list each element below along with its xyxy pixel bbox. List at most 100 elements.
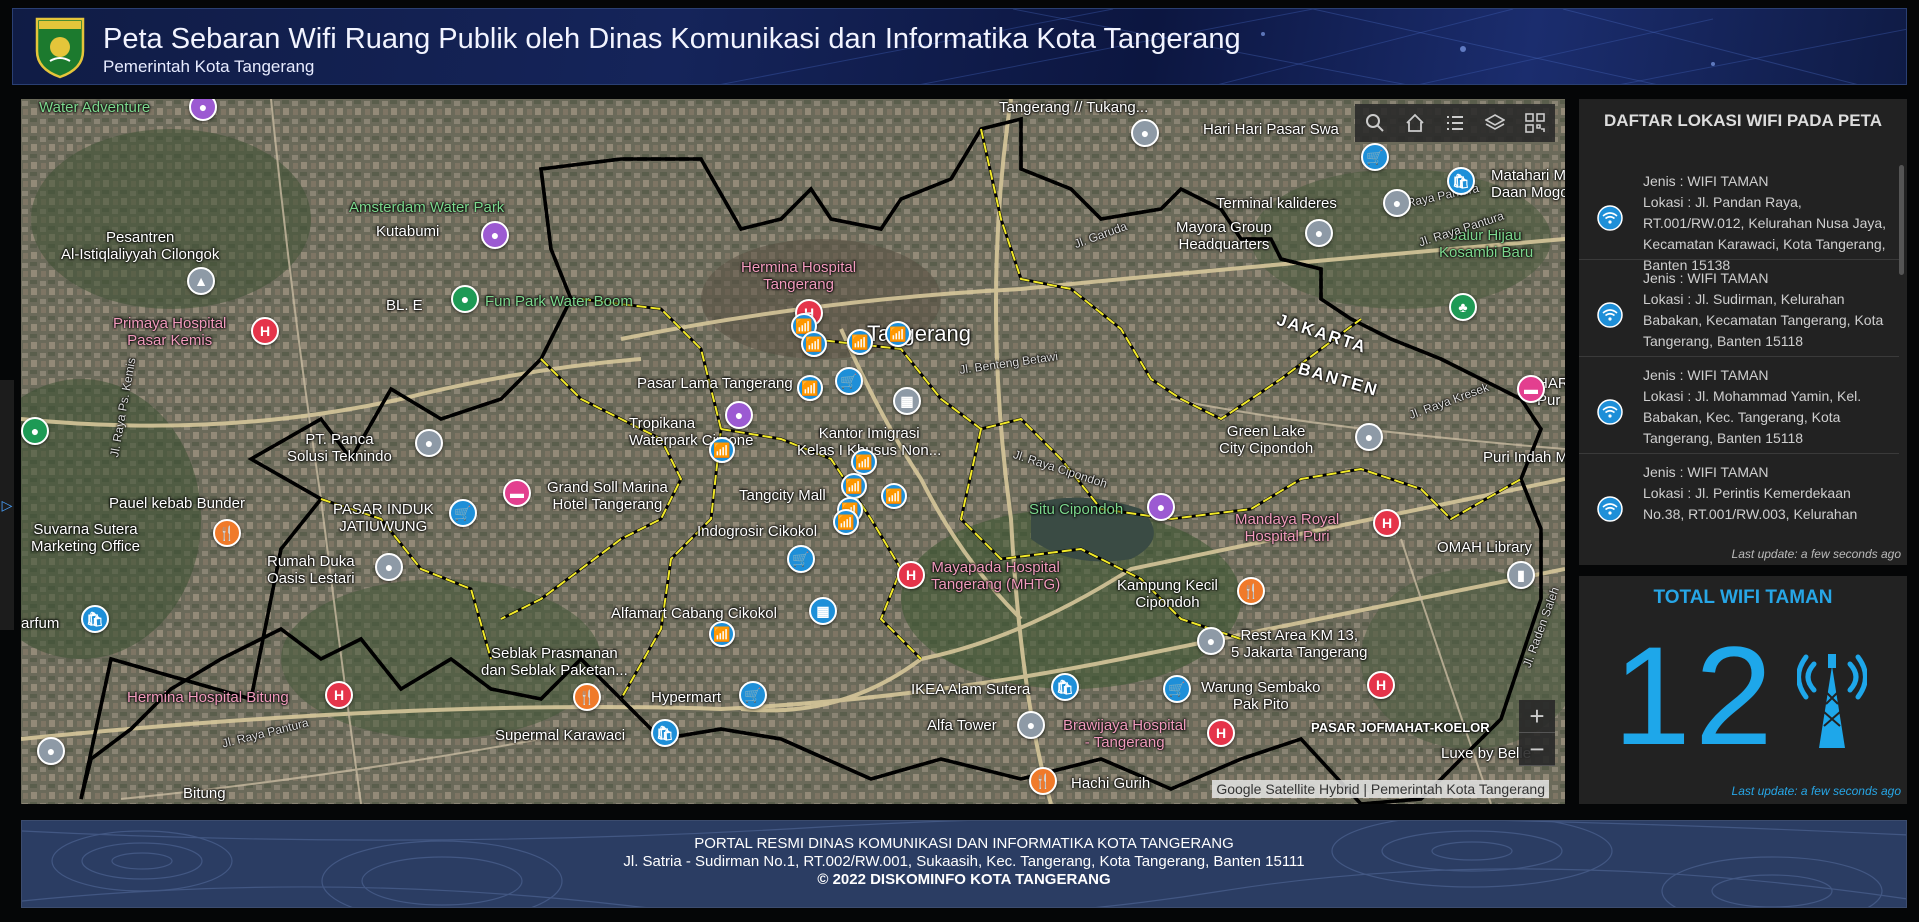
shopping-marker[interactable]: 🛒 [1361,143,1389,171]
poi-marker[interactable]: ● [481,221,509,249]
list-item[interactable]: Jenis : WIFI TAMAN Lokasi : Jl. Perintis … [1579,454,1899,541]
wifi-marker[interactable]: 📶 [801,331,827,357]
wifi-marker[interactable]: 📶 [709,437,735,463]
shopping-marker[interactable]: 🛒 [787,545,815,573]
poi-marker[interactable]: ● [1131,119,1159,147]
wifi-list-title: DAFTAR LOKASI WIFI PADA PETA [1604,111,1882,130]
restaurant-marker[interactable]: 🍴 [1237,577,1265,605]
poi-marker[interactable]: ● [1383,189,1411,217]
restaurant-marker[interactable]: 🍴 [1029,767,1057,795]
poi-marker[interactable]: ● [725,401,753,429]
wifi-marker[interactable]: 📶 [833,509,859,535]
poi-marker[interactable]: ● [1197,627,1225,655]
list-item[interactable]: Jenis : WIFI TAMAN Lokasi : Jl. Sudirman,… [1579,260,1899,357]
map-label: Mayora Group Headquarters [1176,219,1272,253]
poi-marker[interactable]: ● [375,553,403,581]
poi-marker[interactable]: ▲ [187,267,215,295]
hotel-marker[interactable]: ▬ [1517,375,1545,403]
hospital-marker[interactable]: H [251,317,279,345]
map-label: Indogrosir Cikokol [697,523,818,540]
poi-marker[interactable]: ● [1147,493,1175,521]
wifi-marker[interactable]: 📶 [841,473,867,499]
wifi-location: Lokasi : Jl. Perintis Kemerdekaan No.38,… [1643,485,1858,522]
wifi-icon [1597,302,1623,328]
wifi-marker[interactable]: 📶 [797,375,823,401]
poi-marker[interactable]: ● [415,429,443,457]
wifi-tower-icon [1797,654,1867,748]
side-panel-toggle[interactable]: ▷ [0,380,14,630]
hotel-marker[interactable]: ▬ [503,479,531,507]
shopping-marker[interactable]: 🛍 [651,719,679,747]
map-label: Supermal Karawaci [495,727,626,744]
zoom-out-button[interactable]: − [1519,733,1555,766]
hospital-marker[interactable]: H [1207,719,1235,747]
total-value: 12 [1613,617,1777,774]
chevron-right-icon: ▷ [1,496,13,513]
library-marker[interactable]: ▮ [1507,561,1535,589]
search-icon[interactable] [1362,110,1388,136]
map-label: Hachi Gurih [1071,775,1151,792]
map-label: Pauel kebab Bunder [109,495,245,512]
footer-org: PORTAL RESMI DINAS KOMUNIKASI DAN INFORM… [694,835,1234,852]
map-label: OMAH Library [1437,539,1533,556]
map-label: Puri Indah Mall [1483,449,1565,466]
zoom-control: + − [1519,700,1555,766]
map-label: Terminal kalideres [1216,195,1337,212]
shopping-marker[interactable]: 🛒 [1163,675,1191,703]
wifi-icon [1597,205,1623,231]
restaurant-marker[interactable]: 🍴 [213,519,241,547]
park-marker[interactable]: ● [451,285,479,313]
shopping-marker[interactable]: 🛍 [81,605,109,633]
shopping-marker[interactable]: 🛍 [1447,167,1475,195]
list-scrollbar[interactable] [1899,165,1904,275]
shopping-marker[interactable]: 🛒 [739,681,767,709]
wifi-marker[interactable]: 📶 [847,329,873,355]
restaurant-marker[interactable]: 🍴 [573,683,601,711]
layers-icon[interactable] [1482,110,1508,136]
wifi-list-panel: DAFTAR LOKASI WIFI PADA PETA Jenis : WIF… [1579,99,1907,565]
home-icon[interactable] [1402,110,1428,136]
list-item[interactable]: Jenis : WIFI TAMAN Lokasi : Jl. Pandan Ra… [1579,163,1899,273]
poi-marker[interactable]: ▦ [893,387,921,415]
map-label: Amsterdam Water Park [349,199,505,216]
map-label: Primaya Hospital Pasar Kemis [113,315,227,349]
zoom-in-button[interactable]: + [1519,700,1555,733]
last-update-text: Last update: a few seconds ago [1731,547,1901,561]
park-marker[interactable]: ♣ [1449,293,1477,321]
map-label: Rumah Duka Oasis Lestari [267,553,355,587]
list-item[interactable]: Jenis : WIFI TAMAN Lokasi : Jl. Mohammad … [1579,357,1899,454]
poi-marker[interactable]: ● [1017,711,1045,739]
poi-marker[interactable]: ● [1355,423,1383,451]
list-icon[interactable] [1442,110,1468,136]
map-label: Grand Soll Marina Hotel Tangerang [547,479,668,513]
qr-code-icon[interactable] [1522,110,1548,136]
hospital-marker[interactable]: H [1367,671,1395,699]
shopping-marker[interactable]: ▦ [809,597,837,625]
footer-text: PORTAL RESMI DINAS KOMUNIKASI DAN INFORM… [22,835,1906,889]
shopping-marker[interactable]: 🛒 [449,499,477,527]
shopping-marker[interactable]: 🛍 [1051,673,1079,701]
poi-marker[interactable]: ● [37,737,65,765]
poi-marker[interactable]: ● [1305,219,1333,247]
map-label: Luxe by Belle [1441,745,1532,762]
map-label: Mayapada Hospital Tangerang (MHTG) [931,559,1061,593]
map-label: PT. Panca Solusi Teknindo [287,431,392,465]
wifi-marker[interactable]: 📶 [881,483,907,509]
map-view[interactable]: Water Adventure Tangerang // Tukang... H… [21,99,1565,804]
wifi-type: Jenis : WIFI TAMAN [1643,270,1769,286]
wifi-marker[interactable]: 📶 [885,321,911,347]
map-label: Suvarna Sutera Marketing Office [31,521,140,555]
hospital-marker[interactable]: H [1373,509,1401,537]
map-label: Hermina Hospital Tangerang [741,259,857,293]
page-subtitle: Pemerintah Kota Tangerang [103,57,315,76]
map-label: Tangerang [867,321,971,346]
wifi-list[interactable]: Jenis : WIFI TAMAN Lokasi : Jl. Pandan Ra… [1579,163,1899,541]
wifi-marker[interactable]: 📶 [709,621,735,647]
shopping-marker[interactable]: 🛒 [835,367,863,395]
wifi-marker[interactable]: 📶 [851,449,877,475]
hospital-marker[interactable]: H [325,681,353,709]
footer-copyright: © 2022 DISKOMINFO KOTA TANGERANG [817,871,1111,888]
map-label: BL. E [386,297,423,314]
park-marker[interactable]: ● [21,417,49,445]
hospital-marker[interactable]: H [897,561,925,589]
